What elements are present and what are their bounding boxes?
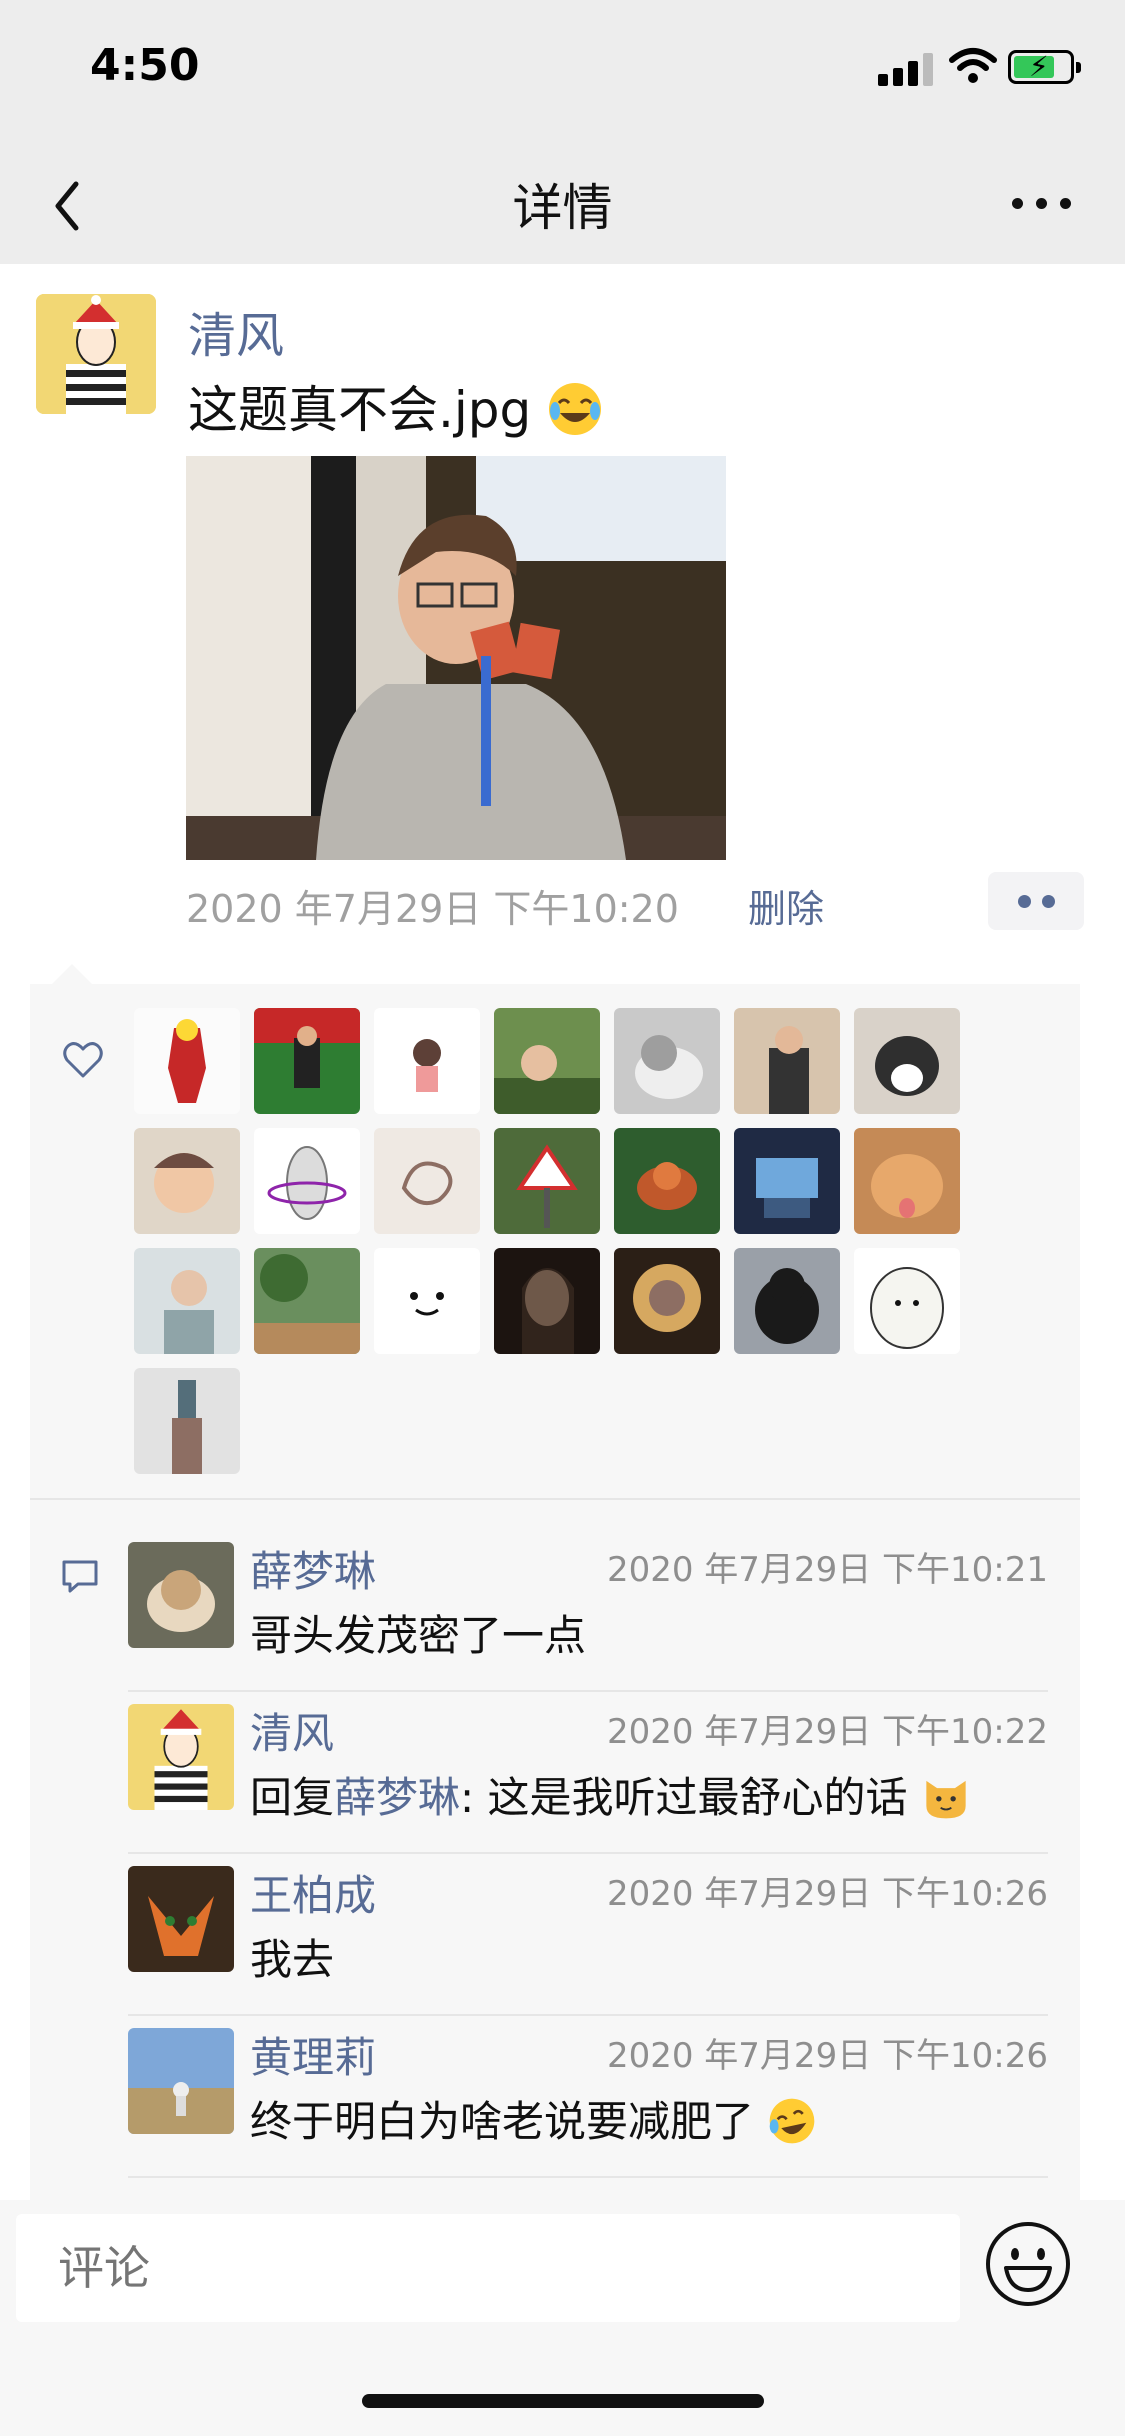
navigation-bar: 详情 bbox=[0, 150, 1125, 260]
reply-to-name[interactable]: 薛梦琳 bbox=[334, 1773, 460, 1822]
comment-divider bbox=[128, 1852, 1048, 1854]
comment-divider bbox=[128, 1690, 1048, 1692]
liker-avatar[interactable] bbox=[494, 1008, 600, 1114]
commenter-name[interactable]: 薛梦琳 bbox=[250, 1538, 376, 1599]
comment-text-content: 终于明白为啥老说要减肥了 bbox=[250, 2097, 755, 2146]
liker-avatar[interactable] bbox=[134, 1248, 240, 1354]
panel-divider bbox=[30, 1498, 1080, 1500]
comment-text: 终于明白为啥老说要减肥了 bbox=[250, 2088, 817, 2149]
liker-avatar[interactable] bbox=[854, 1008, 960, 1114]
liker-avatar[interactable] bbox=[134, 1128, 240, 1234]
commenter-avatar[interactable] bbox=[128, 2028, 234, 2134]
comment-text: 我去 bbox=[250, 1935, 335, 1984]
reply-text: : 这是我听过最舒心的话 bbox=[460, 1773, 908, 1822]
liker-avatar[interactable] bbox=[254, 1008, 360, 1114]
cellular-signal-icon bbox=[878, 50, 934, 86]
post-photo[interactable] bbox=[186, 456, 726, 860]
commenter-avatar[interactable] bbox=[128, 1704, 234, 1810]
commenter-avatar[interactable] bbox=[128, 1866, 234, 1972]
post-text: 这题真不会.jpg bbox=[188, 370, 603, 442]
liker-avatar[interactable] bbox=[374, 1128, 480, 1234]
cat-face-emoji-icon bbox=[926, 1780, 966, 1819]
status-time: 4:50 bbox=[90, 40, 200, 91]
liker-avatar[interactable] bbox=[854, 1248, 960, 1354]
liker-avatar[interactable] bbox=[494, 1128, 600, 1234]
liker-avatar[interactable] bbox=[614, 1008, 720, 1114]
more-options-icon[interactable] bbox=[1012, 188, 1072, 218]
liker-avatar[interactable] bbox=[734, 1128, 840, 1234]
reply-prefix: 回复 bbox=[250, 1773, 335, 1822]
liker-avatar[interactable] bbox=[734, 1008, 840, 1114]
liker-avatar[interactable] bbox=[254, 1128, 360, 1234]
comment-text: 哥头发茂密了一点 bbox=[250, 1611, 587, 1660]
comment-item[interactable]: 王柏成 2020 年7月29日 下午10:26 我去 bbox=[128, 1866, 1048, 2028]
liker-avatar[interactable] bbox=[614, 1248, 720, 1354]
author-avatar[interactable] bbox=[36, 294, 156, 414]
comment-divider bbox=[128, 2176, 1048, 2178]
home-indicator[interactable] bbox=[362, 2394, 764, 2408]
heart-icon bbox=[63, 1042, 103, 1078]
liker-avatar[interactable] bbox=[494, 1248, 600, 1354]
comment-input[interactable] bbox=[16, 2214, 960, 2322]
battery-icon: ⚡ bbox=[1008, 50, 1081, 84]
liker-avatar[interactable] bbox=[614, 1128, 720, 1234]
comment-item[interactable]: 黄理莉 2020 年7月29日 下午10:26 终于明白为啥老说要减肥了 bbox=[128, 2028, 1048, 2190]
emoji-picker-icon[interactable] bbox=[984, 2220, 1072, 2308]
comment-time: 2020 年7月29日 下午10:26 bbox=[606, 1874, 1048, 1914]
comment-divider bbox=[128, 2014, 1048, 2016]
crying-laughing-emoji-icon bbox=[770, 2098, 815, 2144]
page-title: 详情 bbox=[512, 179, 613, 237]
post-author-name[interactable]: 清风 bbox=[188, 296, 284, 366]
comment-time: 2020 年7月29日 下午10:21 bbox=[606, 1550, 1048, 1590]
comment-time: 2020 年7月29日 下午10:22 bbox=[606, 1712, 1048, 1752]
tears-of-joy-emoji-icon bbox=[549, 383, 602, 435]
commenter-name[interactable]: 清风 bbox=[250, 1700, 334, 1761]
liker-avatar[interactable] bbox=[734, 1248, 840, 1354]
liker-avatar[interactable] bbox=[254, 1248, 360, 1354]
wifi-icon bbox=[949, 48, 997, 83]
commenter-avatar[interactable] bbox=[128, 1542, 234, 1648]
delete-link[interactable]: 删除 bbox=[748, 878, 824, 933]
panel-caret bbox=[50, 964, 94, 986]
liker-avatar[interactable] bbox=[374, 1248, 480, 1354]
comment-time: 2020 年7月29日 下午10:26 bbox=[606, 2036, 1048, 2076]
post-text-content: 这题真不会.jpg bbox=[188, 381, 532, 439]
commenter-name[interactable]: 王柏成 bbox=[250, 1862, 376, 1923]
status-bar: 4:50 ⚡ bbox=[0, 0, 1125, 130]
comment-icon bbox=[62, 1560, 98, 1593]
comment-item[interactable]: 薛梦琳 2020 年7月29日 下午10:21 哥头发茂密了一点 bbox=[128, 1542, 1048, 1704]
post-timestamp: 2020 年7月29日 下午10:20 bbox=[186, 887, 679, 931]
top-bar: 4:50 ⚡ 详情 bbox=[0, 0, 1125, 264]
liker-avatar[interactable] bbox=[374, 1008, 480, 1114]
liker-avatar[interactable] bbox=[854, 1128, 960, 1234]
liker-avatar[interactable] bbox=[134, 1008, 240, 1114]
liker-avatar[interactable] bbox=[134, 1368, 240, 1474]
comment-item[interactable]: 清风 2020 年7月29日 下午10:22 回复薛梦琳: 这是我听过最舒心的话 bbox=[128, 1704, 1048, 1866]
commenter-name[interactable]: 黄理莉 bbox=[250, 2024, 376, 2085]
comment-text: 回复薛梦琳: 这是我听过最舒心的话 bbox=[250, 1764, 971, 1825]
like-comment-menu-button[interactable] bbox=[988, 872, 1084, 930]
